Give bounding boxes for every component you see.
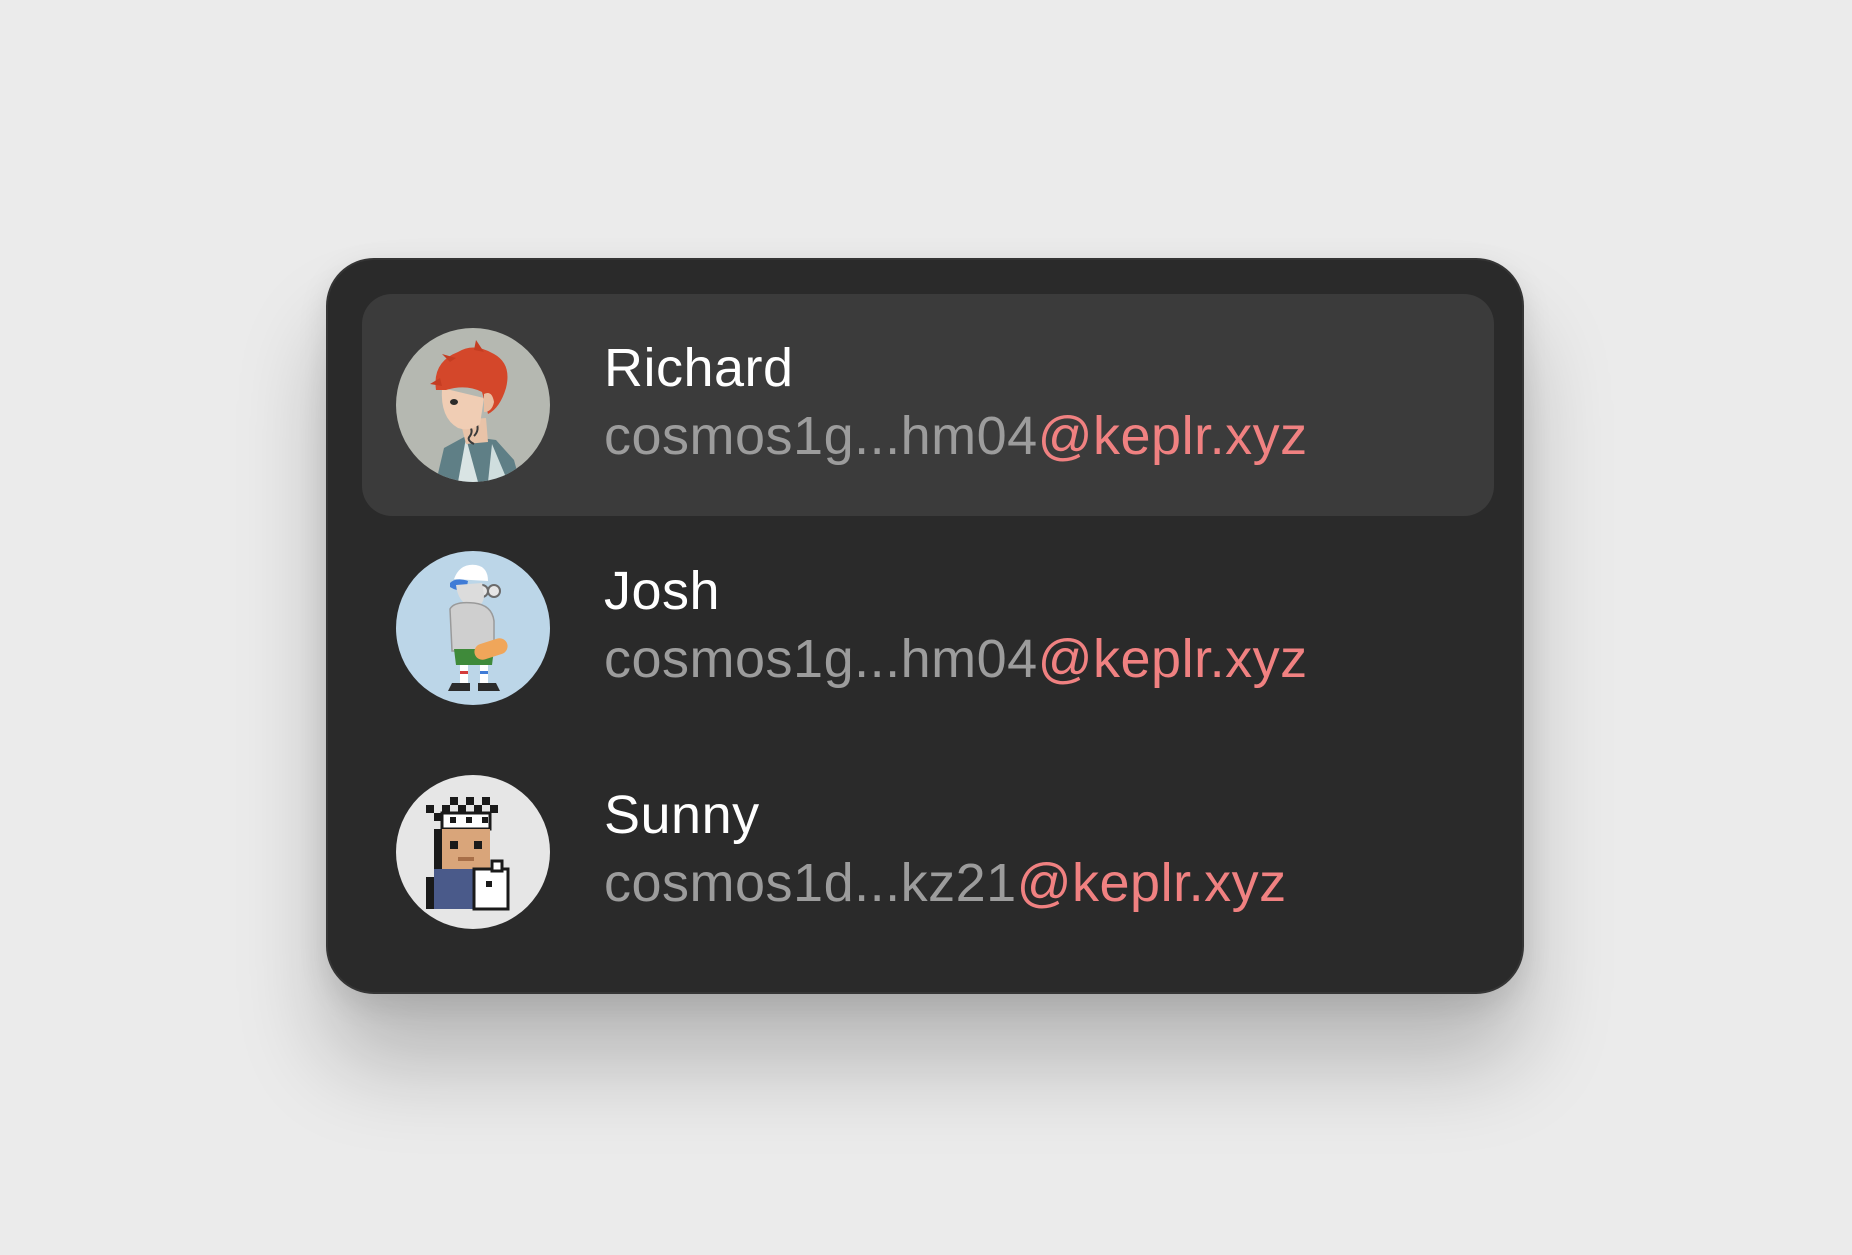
- anime-character-avatar-icon: [396, 328, 550, 482]
- account-list-card: Richard cosmos1g...hm04@keplr.xyz Josh c…: [326, 258, 1524, 994]
- account-address: cosmos1d...kz21@keplr.xyz: [604, 853, 1287, 913]
- address-text: cosmos1g...hm04: [604, 406, 1038, 466]
- account-address: cosmos1g...hm04@keplr.xyz: [604, 406, 1308, 466]
- account-name: Sunny: [604, 785, 760, 845]
- account-address: cosmos1g...hm04@keplr.xyz: [604, 629, 1308, 689]
- address-text: cosmos1g...hm04: [604, 629, 1038, 689]
- skater-character-avatar-icon: [396, 551, 550, 705]
- domain-text: @keplr.xyz: [1016, 853, 1287, 913]
- account-row-josh[interactable]: Josh cosmos1g...hm04@keplr.xyz: [362, 517, 1494, 739]
- pixel-art-avatar-icon: [396, 775, 550, 929]
- account-row-sunny[interactable]: Sunny cosmos1d...kz21@keplr.xyz: [362, 741, 1494, 963]
- domain-text: @keplr.xyz: [1037, 406, 1308, 466]
- address-text: cosmos1d...kz21: [604, 853, 1017, 913]
- account-name: Richard: [604, 338, 794, 398]
- account-row-richard[interactable]: Richard cosmos1g...hm04@keplr.xyz: [362, 294, 1494, 516]
- domain-text: @keplr.xyz: [1037, 629, 1308, 689]
- account-name: Josh: [604, 561, 721, 621]
